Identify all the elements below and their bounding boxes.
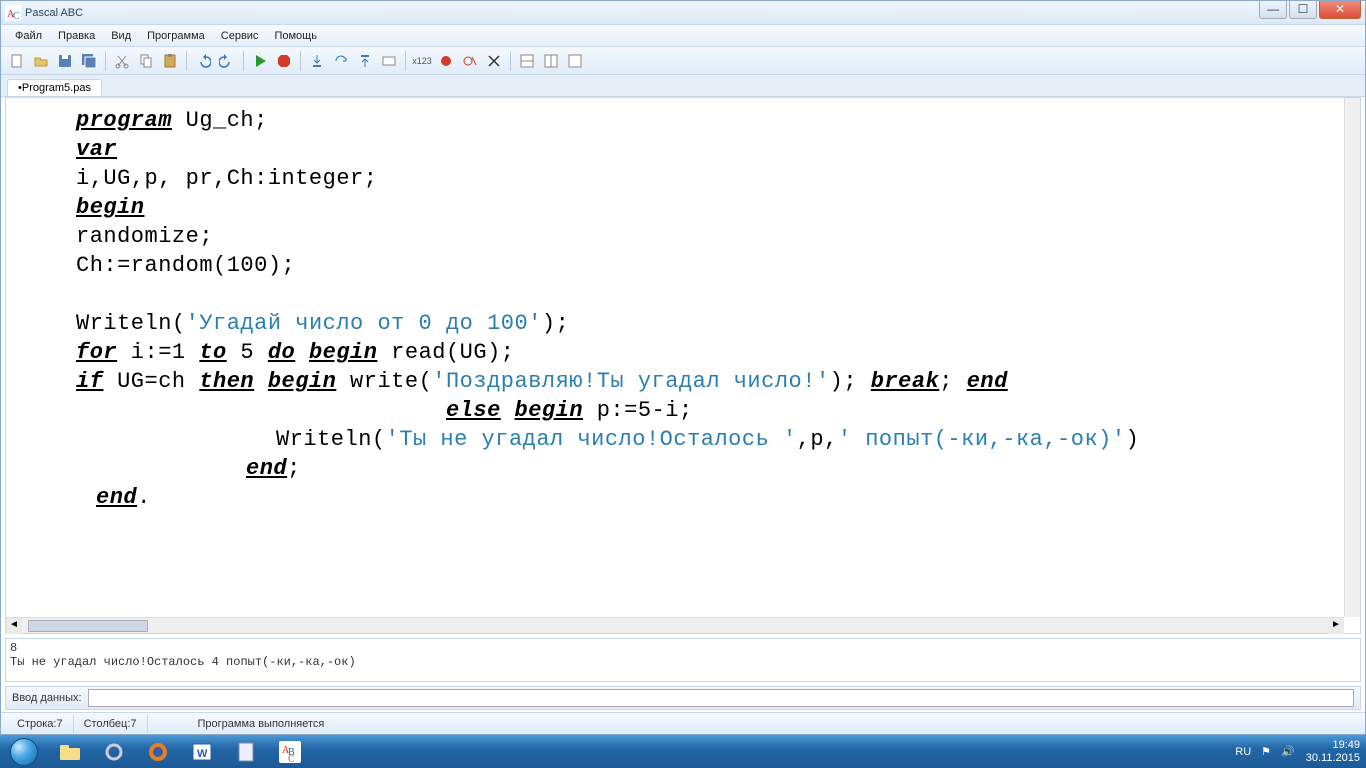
svg-text:C: C: [288, 754, 295, 763]
editor-panel: program Ug_ch; var i,UG,p, pr,Ch:integer…: [5, 97, 1361, 634]
tab-program5[interactable]: •Program5.pas: [7, 79, 102, 96]
minimize-button[interactable]: —: [1259, 1, 1287, 19]
tab-bar: •Program5.pas: [1, 75, 1365, 97]
eval-button[interactable]: x123: [412, 51, 432, 71]
menu-program[interactable]: Программа: [139, 25, 213, 47]
output-line: 8: [10, 641, 1356, 655]
paste-button[interactable]: [160, 51, 180, 71]
output-line: Ты не угадал число!Осталось 4 попыт(-ки,…: [10, 655, 1356, 669]
toolbar: x123: [1, 47, 1365, 75]
breakpoint-button[interactable]: [436, 51, 456, 71]
scroll-right-button[interactable]: ►: [1328, 618, 1344, 634]
taskbar-explorer[interactable]: [49, 737, 91, 767]
step-out-button[interactable]: [355, 51, 375, 71]
system-tray[interactable]: RU ⚑ 🔊 19:4930.11.2015: [1230, 739, 1366, 765]
window-title: Pascal ABC: [25, 7, 1361, 19]
maximize-button[interactable]: ☐: [1289, 1, 1317, 19]
scroll-left-button[interactable]: ◄: [6, 618, 22, 634]
horizontal-scrollbar[interactable]: ◄ ►: [6, 617, 1344, 633]
output-panel[interactable]: 8 Ты не угадал число!Осталось 4 попыт(-к…: [5, 638, 1361, 682]
svg-text:C: C: [13, 11, 20, 21]
close-button[interactable]: ✕: [1319, 1, 1361, 19]
stop-button[interactable]: [274, 51, 294, 71]
scroll-thumb[interactable]: [28, 620, 148, 632]
redo-button[interactable]: [217, 51, 237, 71]
clear-breakpoints-button[interactable]: [460, 51, 480, 71]
cut-button[interactable]: [112, 51, 132, 71]
taskbar-word[interactable]: W: [181, 737, 223, 767]
save-all-button[interactable]: [79, 51, 99, 71]
tray-clock[interactable]: 19:4930.11.2015: [1306, 739, 1360, 765]
layout-button-1[interactable]: [517, 51, 537, 71]
clear-output-button[interactable]: [484, 51, 504, 71]
status-bar: Строка: 7 Столбец: 7 Программа выполняет…: [1, 712, 1365, 734]
layout-button-2[interactable]: [541, 51, 561, 71]
input-bar: Ввод данных:: [5, 686, 1361, 710]
taskbar-gear[interactable]: [93, 737, 135, 767]
menubar: Файл Правка Вид Программа Сервис Помощь: [1, 25, 1365, 47]
input-field[interactable]: [88, 689, 1354, 707]
step-over-button[interactable]: [331, 51, 351, 71]
menu-view[interactable]: Вид: [103, 25, 139, 47]
app-icon: AC: [5, 5, 21, 21]
app-window: AC Pascal ABC — ☐ ✕ Файл Правка Вид Прог…: [0, 0, 1366, 735]
status-column: Столбец: 7: [74, 715, 148, 733]
layout-button-3[interactable]: [565, 51, 585, 71]
watch-button[interactable]: [379, 51, 399, 71]
step-into-button[interactable]: [307, 51, 327, 71]
tray-flag-icon[interactable]: ⚑: [1261, 745, 1271, 758]
taskbar-firefox[interactable]: [137, 737, 179, 767]
menu-help[interactable]: Помощь: [266, 25, 325, 47]
taskbar-notepad[interactable]: [225, 737, 267, 767]
titlebar[interactable]: AC Pascal ABC: [1, 1, 1365, 25]
windows-orb-icon: [10, 738, 38, 766]
run-button[interactable]: [250, 51, 270, 71]
tray-volume-icon[interactable]: 🔊: [1281, 745, 1295, 758]
svg-text:W: W: [197, 748, 208, 760]
status-state: Программа выполняется: [188, 715, 335, 733]
taskbar[interactable]: W ABC RU ⚑ 🔊 19:4930.11.2015: [0, 735, 1366, 768]
undo-button[interactable]: [193, 51, 213, 71]
save-button[interactable]: [55, 51, 75, 71]
menu-file[interactable]: Файл: [7, 25, 50, 47]
taskbar-pascalabc[interactable]: ABC: [269, 737, 311, 767]
start-button[interactable]: [0, 735, 48, 768]
lang-indicator[interactable]: RU: [1235, 746, 1251, 758]
menu-service[interactable]: Сервис: [213, 25, 267, 47]
copy-button[interactable]: [136, 51, 156, 71]
status-line: Строка: 7: [7, 715, 74, 733]
code-editor[interactable]: program Ug_ch; var i,UG,p, pr,Ch:integer…: [6, 98, 1360, 617]
menu-edit[interactable]: Правка: [50, 25, 103, 47]
open-file-button[interactable]: [31, 51, 51, 71]
vertical-scrollbar[interactable]: [1344, 98, 1360, 617]
input-label: Ввод данных:: [12, 692, 82, 704]
new-file-button[interactable]: [7, 51, 27, 71]
